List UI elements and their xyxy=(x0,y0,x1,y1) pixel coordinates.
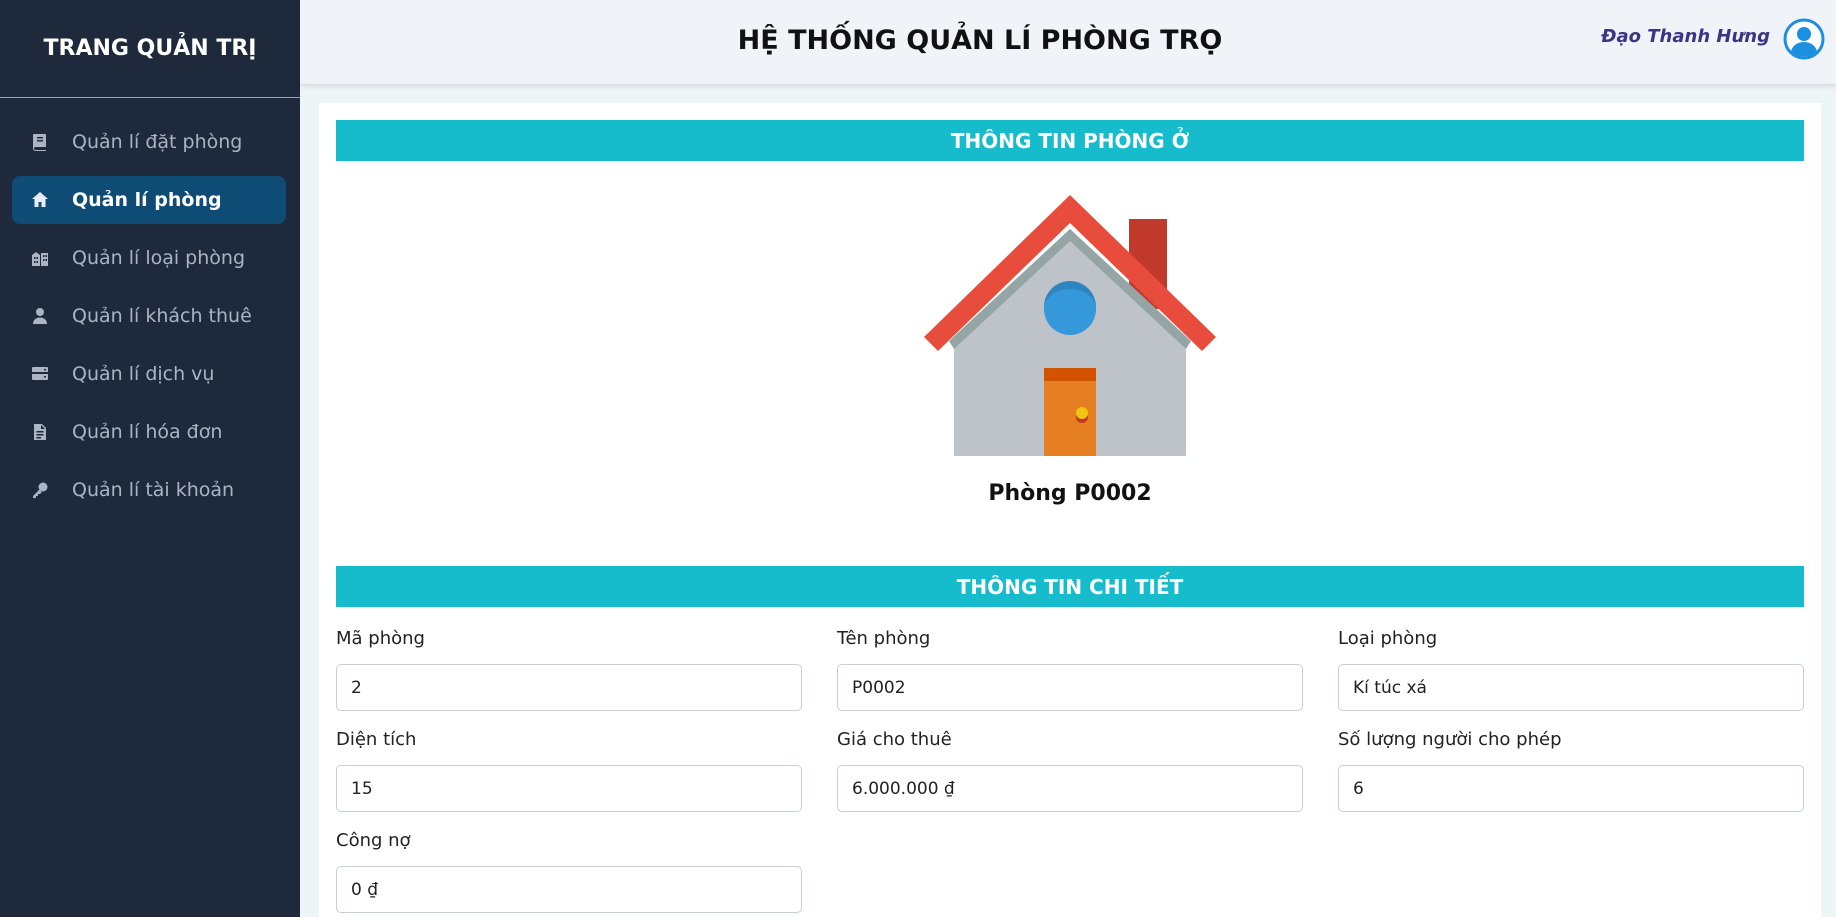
sidebar-item-loai-phong[interactable]: Quản lí loại phòng xyxy=(12,234,286,282)
book-icon xyxy=(28,130,52,154)
sidebar-item-label: Quản lí khách thuê xyxy=(72,305,252,327)
dien-tich-input[interactable] xyxy=(336,765,802,812)
sidebar-item-label: Quản lí tài khoản xyxy=(72,479,235,501)
so-nguoi-input[interactable] xyxy=(1338,765,1804,812)
field-ten-phong: Tên phòng xyxy=(837,628,1303,711)
loai-phong-input[interactable] xyxy=(1338,664,1804,711)
field-cong-no: Công nợ xyxy=(336,830,802,913)
key-icon xyxy=(28,478,52,502)
sidebar-item-label: Quản lí đặt phòng xyxy=(72,131,243,153)
sidebar-item-label: Quản lí hóa đơn xyxy=(72,421,223,443)
field-label: Tên phòng xyxy=(837,628,931,649)
field-label: Số lượng người cho phép xyxy=(1338,729,1562,750)
sidebar-item-label: Quản lí phòng xyxy=(72,189,222,211)
field-gia-thue: Giá cho thuê xyxy=(837,729,1303,812)
sidebar-item-khach-thue[interactable]: Quản lí khách thuê xyxy=(12,292,286,340)
sidebar-item-phong[interactable]: Quản lí phòng xyxy=(12,176,286,224)
sidebar-item-label: Quản lí dịch vụ xyxy=(72,363,215,385)
field-label: Mã phòng xyxy=(336,628,425,649)
home-icon xyxy=(28,188,52,212)
field-label: Giá cho thuê xyxy=(837,729,952,750)
field-label: Công nợ xyxy=(336,830,411,851)
sidebar-item-hoa-don[interactable]: Quản lí hóa đơn xyxy=(12,408,286,456)
sidebar-item-tai-khoan[interactable]: Quản lí tài khoản xyxy=(12,466,286,514)
room-info-section-title: THÔNG TIN PHÒNG Ở xyxy=(336,120,1804,161)
cong-no-input[interactable] xyxy=(336,866,802,913)
sidebar-item-dich-vu[interactable]: Quản lí dịch vụ xyxy=(12,350,286,398)
room-name: Phòng P0002 xyxy=(988,481,1152,506)
avatar-icon[interactable] xyxy=(1783,18,1825,60)
sidebar-nav: Quản lí đặt phòng Quản lí phòng Quản lí … xyxy=(0,98,300,514)
field-loai-phong: Loại phòng xyxy=(1338,628,1804,711)
sidebar-title: TRANG QUẢN TRỊ xyxy=(0,0,300,98)
top-header: HỆ THỐNG QUẢN LÍ PHÒNG TRỌ Đạo Thanh Hưn… xyxy=(300,0,1836,84)
field-label: Loại phòng xyxy=(1338,628,1438,649)
ten-phong-input[interactable] xyxy=(837,664,1303,711)
building-icon xyxy=(28,246,52,270)
ma-phong-input[interactable] xyxy=(336,664,802,711)
sidebar-item-label: Quản lí loại phòng xyxy=(72,247,246,269)
sidebar-item-dat-phong[interactable]: Quản lí đặt phòng xyxy=(12,118,286,166)
field-ma-phong: Mã phòng xyxy=(336,628,802,711)
page-title: HỆ THỐNG QUẢN LÍ PHÒNG TRỌ xyxy=(737,24,1223,56)
field-so-nguoi: Số lượng người cho phép xyxy=(1338,729,1804,812)
detail-section-title: THÔNG TIN CHI TIẾT xyxy=(336,566,1804,607)
gia-thue-input[interactable] xyxy=(837,765,1303,812)
user-icon xyxy=(28,304,52,328)
house-icon xyxy=(924,191,1216,461)
field-label: Diện tích xyxy=(336,729,417,750)
sidebar: TRANG QUẢN TRỊ Quản lí đặt phòng Quản lí… xyxy=(0,0,300,917)
field-dien-tich: Diện tích xyxy=(336,729,802,812)
user-name[interactable]: Đạo Thanh Hưng xyxy=(1601,26,1770,47)
invoice-icon xyxy=(28,420,52,444)
main-content: THÔNG TIN PHÒNG Ở Phòng P0002 THÔNG TIN … xyxy=(319,103,1821,917)
server-icon xyxy=(28,362,52,386)
